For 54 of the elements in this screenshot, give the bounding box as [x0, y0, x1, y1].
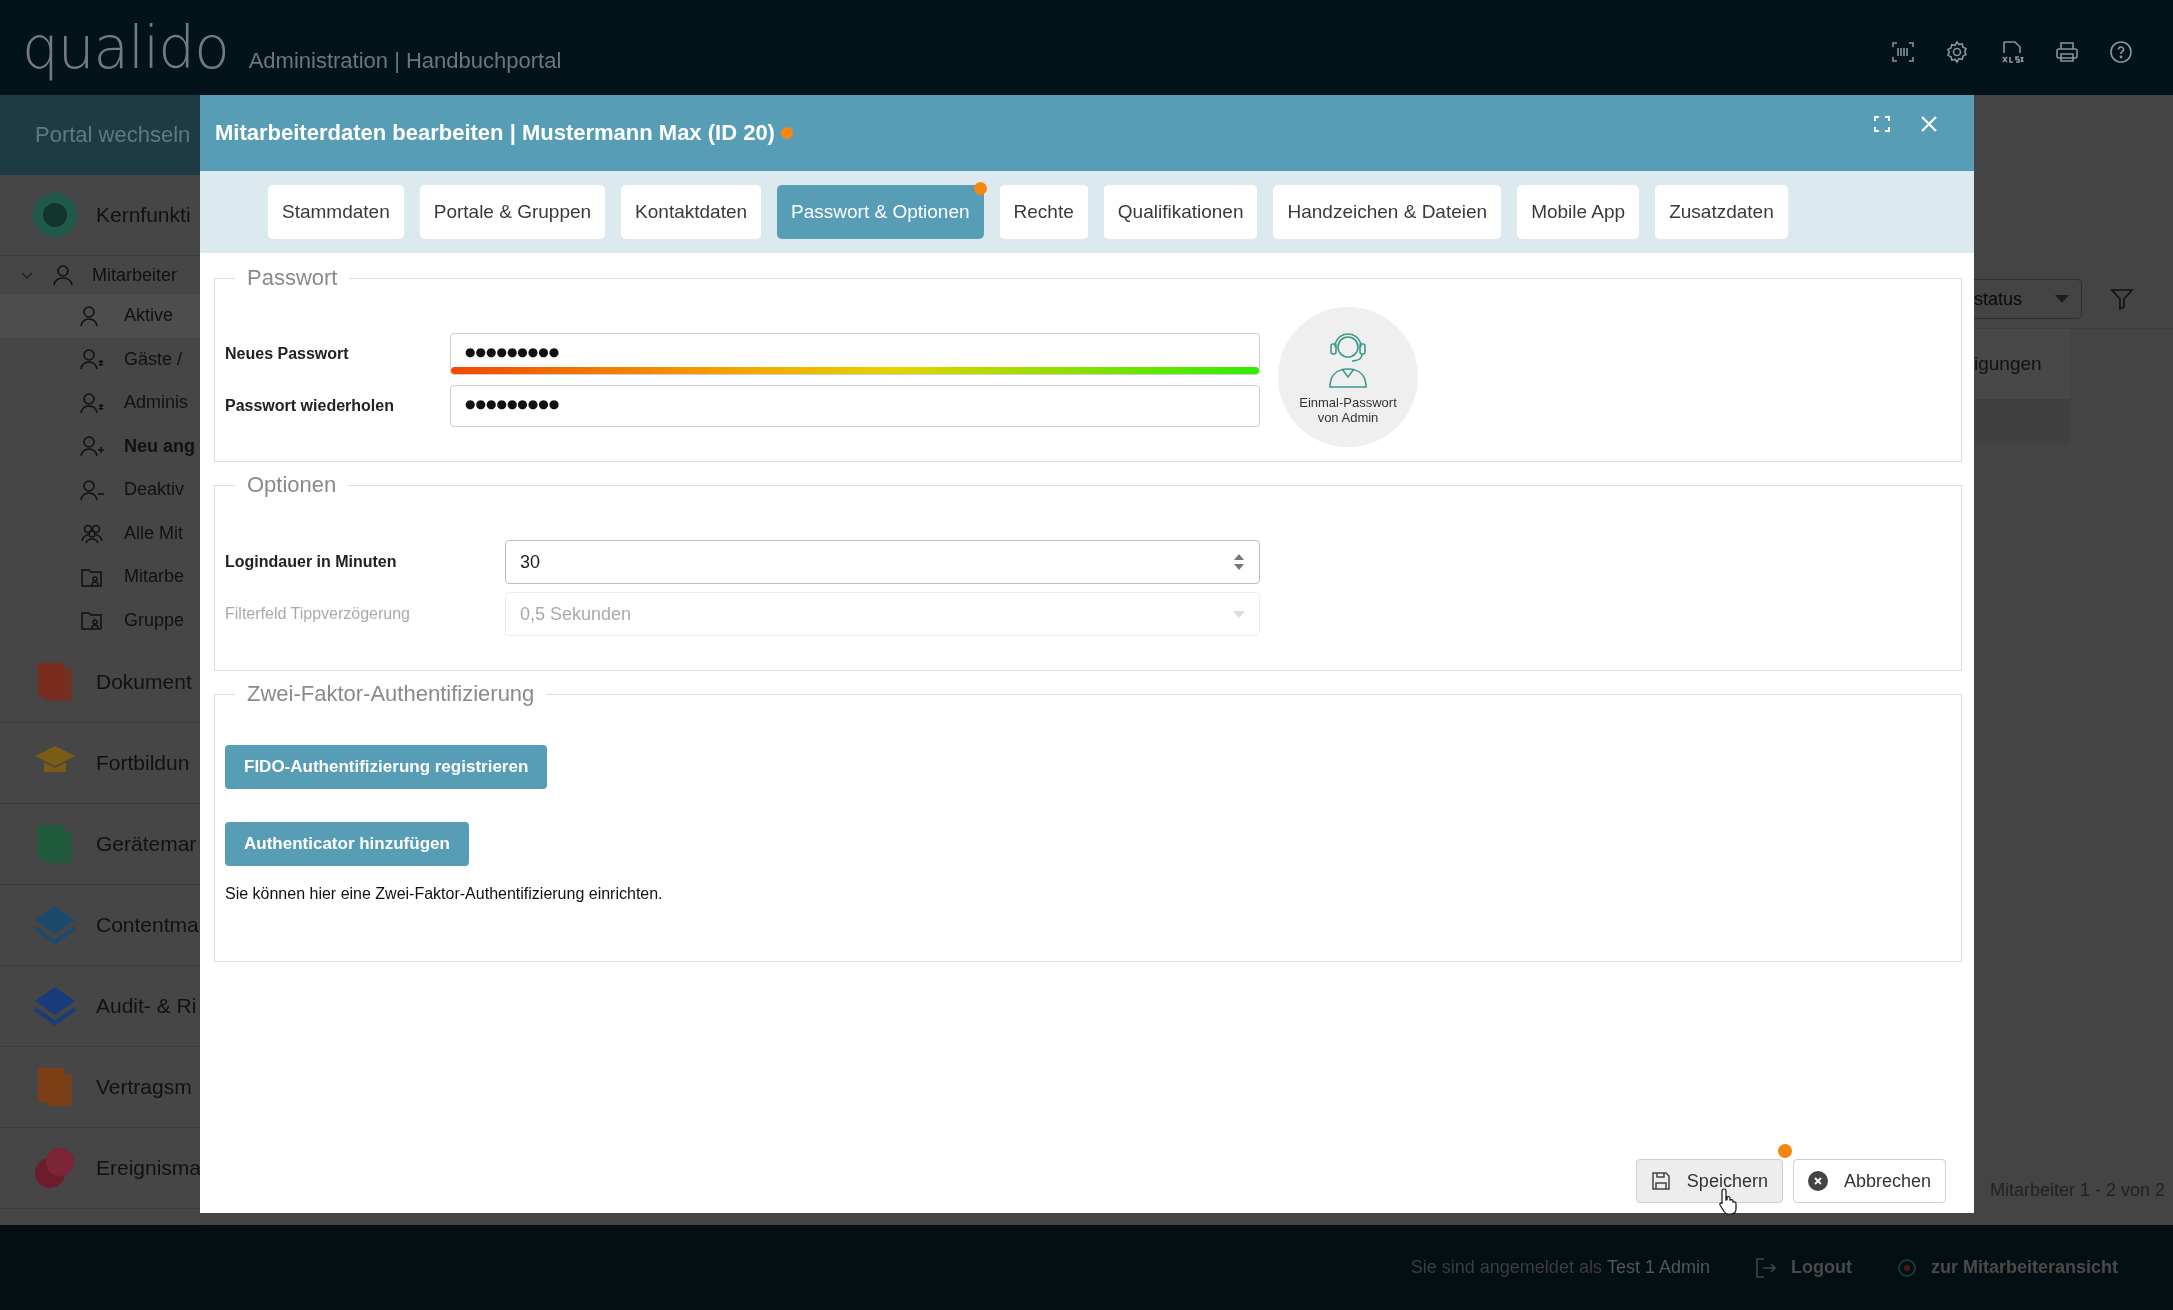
field-label: Neues Passwort	[225, 345, 350, 363]
info-text: Sie können hier eine Zwei-Faktor-Authentifizierung einrichten.	[225, 885, 663, 903]
spinner-icon[interactable]	[1233, 553, 1245, 571]
tab[interactable]: Portale & Gruppen	[419, 185, 606, 239]
tab[interactable]: Zusatzdaten	[1655, 185, 1788, 239]
folder-person-icon	[80, 609, 104, 632]
sidebar-subitem[interactable]: Aktive	[0, 294, 200, 338]
close-circle-icon	[1807, 1171, 1828, 1191]
tab[interactable]: Kontaktdaten	[621, 185, 762, 239]
action-button[interactable]: Authenticator hinzufügen	[225, 822, 469, 866]
tab[interactable]: Rechte	[999, 185, 1088, 239]
field-label: Passwort wiederholen	[225, 397, 395, 415]
one-time-password-button[interactable]: Einmal-Passwort von Admin	[1278, 307, 1418, 447]
tab[interactable]: Passwort & Optionen	[777, 185, 984, 239]
section-legend: Optionen	[235, 472, 349, 498]
people-icon	[80, 522, 104, 545]
close-icon[interactable]	[1920, 115, 1938, 133]
disc-icon	[32, 192, 78, 238]
target-icon	[1896, 1257, 1917, 1278]
logout-icon	[1754, 1256, 1777, 1279]
section-legend: Passwort	[235, 265, 350, 291]
portal-subtitle: Administration | Handbuchportal	[248, 47, 562, 74]
cancel-button[interactable]: Abbrechen	[1792, 1159, 1946, 1203]
action-button[interactable]: FIDO-Authentifizierung registrieren	[225, 745, 548, 789]
maximize-icon[interactable]	[1874, 116, 1890, 132]
spreadsheet-export-icon[interactable]	[1999, 38, 2025, 65]
number-field[interactable]: 30	[505, 540, 1260, 584]
tab[interactable]: Qualifikationen	[1103, 185, 1258, 239]
dropdown-arrow-icon	[2055, 295, 2069, 303]
save-button[interactable]: Speichern	[1635, 1159, 1783, 1203]
tab[interactable]: Mobile App	[1517, 185, 1640, 239]
table-row[interactable]: igungen	[1974, 329, 2070, 399]
field-label: Logindauer in Minuten	[225, 553, 398, 571]
field-label: Filterfeld Tippverzögerung	[225, 605, 411, 623]
person-icon	[80, 348, 104, 371]
tab[interactable]: Stammdaten	[268, 185, 404, 239]
section-legend: Zwei-Faktor-Authentifizierung	[235, 681, 547, 707]
person-icon	[52, 264, 74, 286]
person-icon	[80, 478, 104, 501]
help-icon[interactable]	[2109, 39, 2133, 64]
dialog-title: Mitarbeiterdaten bearbeiten | Mustermann Max (ID 20)	[215, 120, 775, 146]
settings-icon[interactable]	[1945, 39, 1969, 64]
login-info: Sie sind angemeldet als Test 1 Admin	[1410, 1257, 1710, 1278]
logout-link[interactable]: Logout	[1754, 1256, 1852, 1279]
person-icon	[80, 435, 104, 458]
password-field[interactable]: ●●●●●●●●●	[450, 385, 1260, 427]
tab[interactable]: Handzeichen & Dateien	[1273, 185, 1502, 239]
print-icon[interactable]	[2055, 39, 2079, 64]
dropdown-arrow-icon	[1233, 610, 1245, 618]
barcode-scan-icon[interactable]	[1891, 39, 1915, 64]
employee-view-link[interactable]: zur Mitarbeiteransicht	[1896, 1257, 2118, 1278]
portal-switch-bar[interactable]: Portal wechseln	[0, 95, 200, 175]
person-icon	[80, 391, 104, 414]
logo: qualido	[22, 13, 229, 82]
